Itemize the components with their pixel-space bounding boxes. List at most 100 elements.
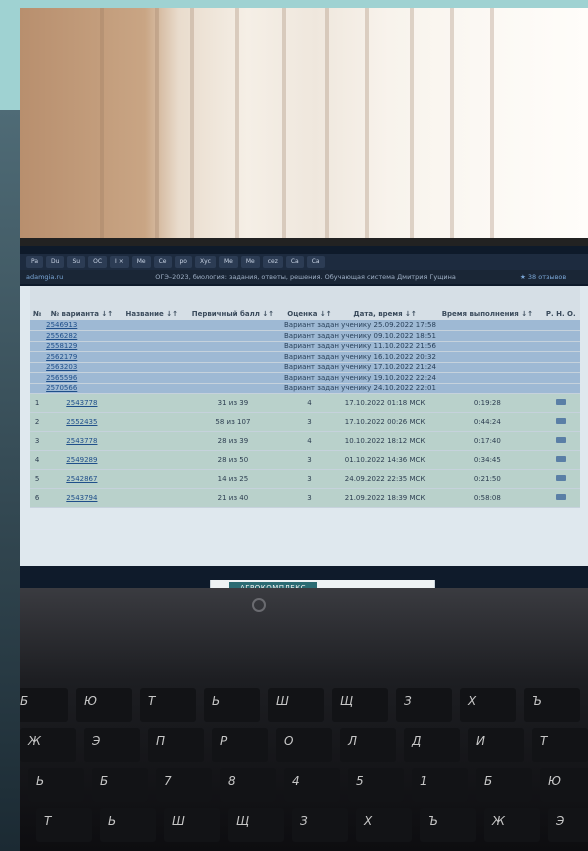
browser-tab-strip: Pa Du Su OC I × Me Ce po Xyc Me Me cez Ca Ca (20, 254, 588, 270)
open-result-icon[interactable] (555, 418, 566, 424)
variant-link[interactable]: 2563203 (46, 363, 77, 371)
open-result-icon[interactable] (555, 399, 566, 405)
column-header[interactable]: № варианта ↓↑ (44, 286, 120, 320)
grade: 3 (281, 488, 337, 508)
variant-link[interactable]: 2570566 (46, 384, 77, 392)
variant-cell: 2562179 (44, 351, 120, 363)
column-header[interactable]: Оценка ↓↑ (281, 286, 337, 320)
column-header[interactable]: Время выполнения ↓↑ (433, 286, 542, 320)
browser-tab[interactable]: Pa (26, 256, 44, 268)
browser-tab[interactable]: Ca (285, 256, 304, 268)
assignment-note: Вариант задан ученику 16.10.2022 20:32 (281, 351, 580, 363)
browser-tab[interactable]: Xyc (194, 256, 216, 268)
browser-tab[interactable]: Du (46, 256, 65, 268)
variant-link[interactable]: 2543778 (66, 437, 97, 445)
browser-tab[interactable]: Me (218, 256, 238, 268)
variant-link[interactable]: 2562179 (46, 353, 77, 361)
keyboard-key: Х (356, 808, 412, 842)
open-result-icon[interactable] (555, 437, 566, 443)
row-number (30, 372, 45, 384)
results-table: № № варианта ↓↑ Название ↓↑ Первичный балл … (30, 286, 580, 508)
duration: 0:19:28 (433, 393, 542, 413)
name-cell (119, 351, 184, 363)
variant-link[interactable]: 2546913 (46, 321, 77, 329)
variant-link[interactable]: 2565596 (46, 374, 77, 382)
open-cell[interactable] (541, 431, 580, 451)
variant-cell: 2570566 (44, 383, 120, 394)
open-cell[interactable] (541, 469, 580, 489)
keyboard-key: Ж (484, 808, 540, 842)
column-header[interactable]: Название ↓↑ (119, 286, 184, 320)
browser-tab[interactable]: cez (262, 256, 283, 268)
browser-tab[interactable]: Su (67, 256, 86, 268)
date-time: 17.10.2022 00:26 МСК (336, 412, 434, 432)
browser-tab[interactable]: Ca (306, 256, 325, 268)
date-time: 24.09.2022 22:35 МСК (336, 469, 434, 489)
browser-tab[interactable]: Me (131, 256, 151, 268)
browser-tab[interactable]: I × (110, 256, 129, 268)
browser-tab[interactable]: po (174, 256, 192, 268)
browser-tab[interactable]: Ce (153, 256, 172, 268)
keyboard-key: П (148, 728, 204, 762)
keyboard-key: Т (532, 728, 588, 762)
grade: 4 (281, 393, 337, 413)
variant-link[interactable]: 2558129 (46, 342, 77, 350)
open-cell[interactable] (541, 393, 580, 413)
keyboard-key: Л (340, 728, 396, 762)
variant-link[interactable]: 2543794 (66, 494, 97, 502)
variant-link[interactable]: 2542867 (66, 475, 97, 483)
keyboard-key: Б (92, 768, 148, 802)
open-cell[interactable] (541, 488, 580, 508)
score-cell (183, 351, 282, 363)
column-header[interactable]: Первичный балл ↓↑ (183, 286, 282, 320)
primary-score: 14 из 25 (183, 469, 282, 489)
keyboard-key: 1 (412, 768, 468, 802)
keyboard-key: З (396, 688, 452, 722)
keyboard-key: Т (36, 808, 92, 842)
name-cell (119, 450, 184, 470)
variant-cell: 2556282 (44, 330, 120, 342)
name-cell (119, 412, 184, 432)
open-result-icon[interactable] (555, 494, 566, 500)
result-row: 6 2543794 21 из 40 3 21.09.2022 18:39 МСК 0:5… (30, 488, 580, 508)
row-number (30, 330, 45, 342)
result-row: 5 2542867 14 из 25 3 24.09.2022 22:35 МСК 0:2… (30, 469, 580, 489)
open-result-icon[interactable] (555, 475, 566, 481)
variant-link[interactable]: 2543778 (66, 399, 97, 407)
variant-link[interactable]: 2552435 (66, 418, 97, 426)
column-header[interactable]: Р. Н. О. (541, 286, 580, 320)
windows-taskbar (20, 566, 588, 580)
grade: 3 (281, 450, 337, 470)
laptop-screen: Pa Du Su OC I × Me Ce po Xyc Me Me cez Ca Ca adamgia.… (20, 246, 588, 621)
variant-cell: 2543794 (44, 488, 120, 508)
keyboard-key: Ъ (524, 688, 580, 722)
assignment-note: Вариант задан ученику 19.10.2022 22:24 (281, 372, 580, 384)
open-cell[interactable] (541, 450, 580, 470)
assigned-row: 2570566 Вариант задан ученику 24.10.2022 … (30, 383, 580, 394)
variant-link[interactable]: 2549289 (66, 456, 97, 464)
window-blinds-background (20, 8, 588, 238)
variant-cell: 2558129 (44, 341, 120, 352)
open-cell[interactable] (541, 412, 580, 432)
browser-tab[interactable]: Me (240, 256, 260, 268)
browser-address-bar[interactable]: adamgia.ru ОГЭ–2023, биология: задания, … (20, 270, 588, 284)
keyboard-key: Р (212, 728, 268, 762)
column-header[interactable]: Дата, время ↓↑ (336, 286, 434, 320)
left-edge-object (0, 110, 20, 851)
browser-tab[interactable]: OC (88, 256, 108, 268)
keyboard-key: Щ (332, 688, 388, 722)
date-time: 01.10.2022 14:36 МСК (336, 450, 434, 470)
site-name: adamgia.ru (26, 273, 64, 281)
reviews-link[interactable]: ★ 38 отзывов (520, 273, 566, 281)
keyboard-key: Ж (20, 728, 76, 762)
assignment-note: Вариант задан ученику 09.10.2022 18:51 (281, 330, 580, 342)
row-number (30, 341, 45, 352)
date-time: 10.10.2022 18:12 МСК (336, 431, 434, 451)
result-row: 2 2552435 58 из 107 3 17.10.2022 00:26 МСК 0:… (30, 412, 580, 432)
open-result-icon[interactable] (555, 456, 566, 462)
row-number (30, 351, 45, 363)
variant-cell: 2565596 (44, 372, 120, 384)
row-number: 3 (30, 431, 45, 451)
variant-link[interactable]: 2556282 (46, 332, 77, 340)
column-header[interactable]: № (30, 286, 45, 320)
